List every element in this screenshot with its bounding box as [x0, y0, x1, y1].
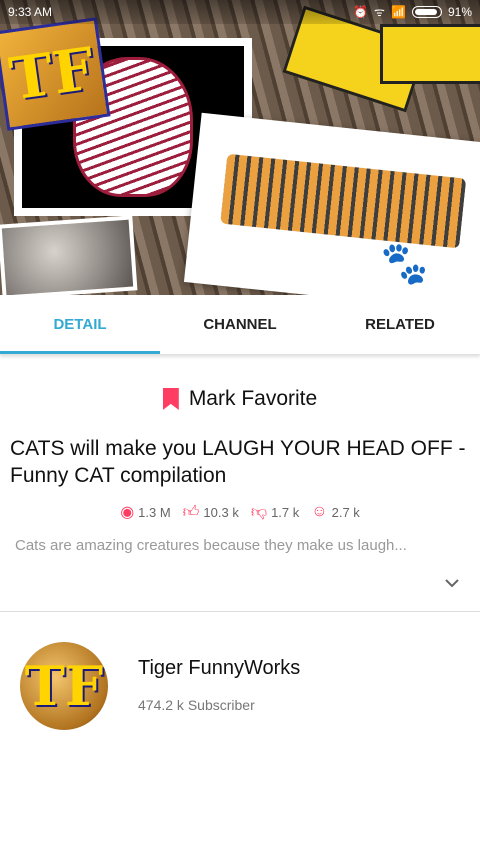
paw-prints-icon: 🐾 — [377, 239, 440, 290]
tab-related-label: RELATED — [365, 316, 435, 333]
tab-related[interactable]: RELATED — [320, 295, 480, 354]
views-count: 1.3 M — [138, 504, 171, 520]
video-stats: ◉ 1.3 M 👍︎ 10.3 k 👎︎ 1.7 k ☺ 2.7 k — [0, 500, 480, 524]
smiles-count: 2.7 k — [331, 504, 360, 520]
stylized-title-art — [220, 153, 467, 249]
thumbs-up-icon: 👍︎ — [182, 503, 200, 521]
video-title: CATS will make you LAUGH YOUR HEAD OFF -… — [10, 437, 466, 487]
status-icons: ⏰ ᯤ 📶 91% — [353, 5, 472, 19]
tab-channel[interactable]: CHANNEL — [160, 295, 320, 354]
battery-percent: 91% — [447, 5, 472, 19]
channel-name[interactable]: Tiger FunnyWorks — [138, 657, 300, 680]
channel-avatar[interactable]: TF — [20, 642, 108, 730]
smiles-stat: ☺ 2.7 k — [311, 503, 360, 521]
bookmark-icon — [162, 388, 179, 410]
status-bar: 9:33 AM ⏰ ᯤ 📶 91% — [0, 0, 480, 24]
smile-icon: ☺ — [311, 503, 328, 520]
likes-count: 10.3 k — [203, 504, 239, 520]
thumbs-down-icon: 👎︎ — [250, 503, 268, 521]
dislikes-stat[interactable]: 👎︎ 1.7 k — [251, 503, 299, 522]
banner-logo-text: TF — [5, 34, 99, 114]
views-stat: ◉ 1.3 M — [120, 502, 170, 522]
tab-detail-label: DETAIL — [53, 316, 107, 333]
wifi-icon: ᯤ — [374, 5, 386, 19]
banner-logo: TF — [0, 17, 111, 131]
tab-bar: DETAIL CHANNEL RELATED — [0, 295, 480, 355]
cat-photo — [0, 215, 138, 295]
avatar-logo-text: TF — [24, 654, 104, 718]
battery-icon — [411, 6, 442, 18]
eye-icon: ◉ — [120, 504, 135, 521]
alarm-icon: ⏰ — [353, 5, 369, 19]
tab-channel-label: CHANNEL — [203, 316, 277, 333]
tab-detail[interactable]: DETAIL — [0, 295, 160, 354]
subscriber-count: 474.2 k Subscriber — [138, 697, 255, 713]
section-divider — [0, 611, 480, 612]
tiger-funnyworks-card: 🐾 — [183, 112, 480, 295]
dislikes-count: 1.7 k — [271, 504, 300, 520]
likes-stat[interactable]: 👍︎ 10.3 k — [183, 503, 239, 522]
mark-favorite-label: Mark Favorite — [188, 387, 318, 410]
status-time: 9:33 AM — [8, 5, 53, 19]
warning-sign-right — [380, 24, 480, 84]
video-description: Cats are amazing creatures because they … — [15, 537, 407, 554]
channel-banner: TF 🐾 — [0, 0, 480, 295]
mark-favorite-button[interactable]: Mark Favorite — [0, 382, 480, 416]
signal-icon: 📶 — [391, 5, 406, 19]
chevron-down-icon[interactable] — [442, 573, 462, 593]
